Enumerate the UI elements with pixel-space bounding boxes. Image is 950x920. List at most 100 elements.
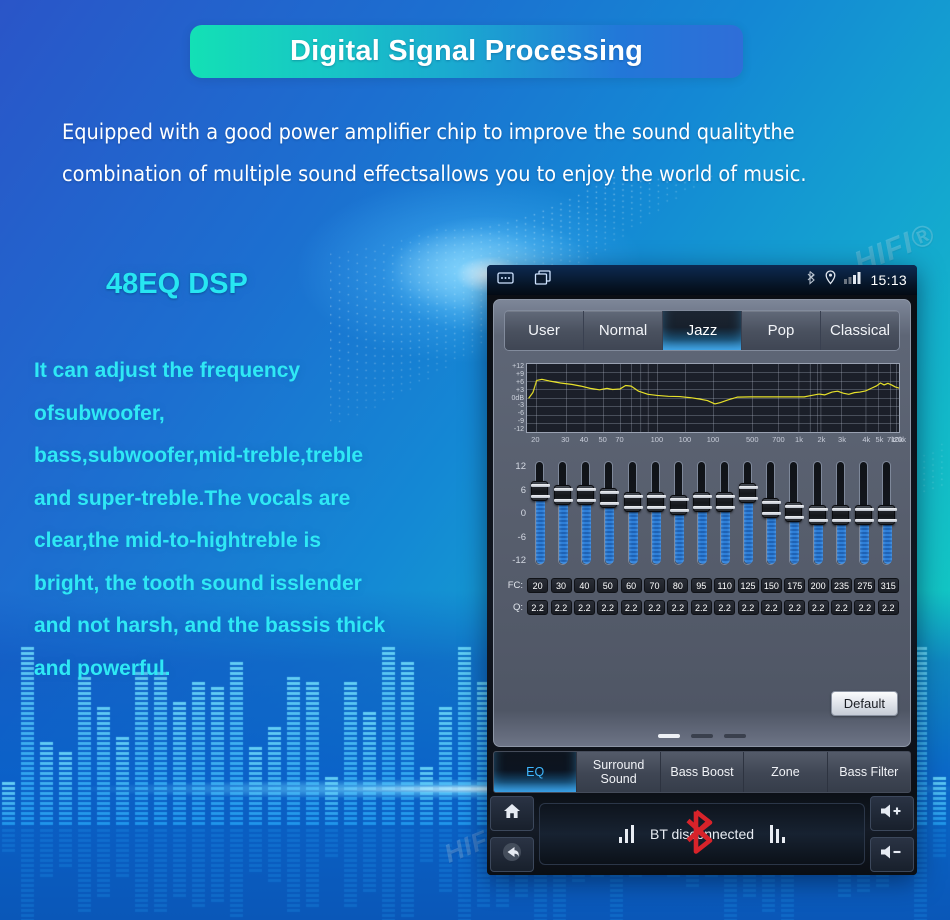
recent-apps-icon[interactable] <box>534 269 552 291</box>
graph-plot-area[interactable] <box>526 363 900 433</box>
eq-slider-track[interactable] <box>720 461 731 565</box>
eq-slider-track[interactable] <box>604 461 615 565</box>
preset-tab-pop[interactable]: Pop <box>742 311 821 350</box>
eq-slider[interactable] <box>528 459 551 571</box>
q-value-cell[interactable]: 2.2 <box>784 600 806 615</box>
eq-slider-knob[interactable] <box>877 504 897 525</box>
default-button[interactable]: Default <box>830 691 898 716</box>
preset-tab-jazz[interactable]: Jazz <box>663 311 742 350</box>
eq-slider-knob[interactable] <box>531 481 551 502</box>
eq-slider[interactable] <box>644 459 667 571</box>
q-value-cell[interactable]: 2.2 <box>690 600 712 615</box>
preset-tab-normal[interactable]: Normal <box>584 311 663 350</box>
fc-value-cell[interactable]: 30 <box>550 578 572 593</box>
q-value-cell[interactable]: 2.2 <box>597 600 619 615</box>
eq-slider-track[interactable] <box>558 461 569 565</box>
eq-slider[interactable] <box>667 459 690 571</box>
eq-slider[interactable] <box>597 459 620 571</box>
volume-down-button[interactable] <box>870 837 914 872</box>
eq-slider-track[interactable] <box>743 461 754 565</box>
fc-value-cell[interactable]: 50 <box>597 578 619 593</box>
feature-tab-bass-boost[interactable]: Bass Boost <box>660 752 745 792</box>
fc-value-cell[interactable]: 150 <box>760 578 782 593</box>
eq-slider-knob[interactable] <box>600 488 620 509</box>
page-indicator-dot[interactable] <box>658 734 680 738</box>
graph-y-tick: 0dB <box>511 394 524 402</box>
fc-value-cell[interactable]: 315 <box>877 578 899 593</box>
eq-slider[interactable] <box>875 459 898 571</box>
eq-slider[interactable] <box>806 459 829 571</box>
eq-slider[interactable] <box>852 459 875 571</box>
media-status-area[interactable]: BT disconnected <box>539 803 865 865</box>
feature-tab-zone[interactable]: Zone <box>744 752 828 792</box>
volume-up-button[interactable] <box>870 796 914 831</box>
q-value-cell[interactable]: 2.2 <box>877 600 899 615</box>
fc-value-cell[interactable]: 235 <box>831 578 853 593</box>
preset-tab-user[interactable]: User <box>505 311 584 350</box>
eq-slider[interactable] <box>574 459 597 571</box>
q-value-cell[interactable]: 2.2 <box>550 600 572 615</box>
eq-slider-knob[interactable] <box>739 483 759 504</box>
eq-slider-knob[interactable] <box>554 484 574 505</box>
q-value-cell[interactable]: 2.2 <box>620 600 642 615</box>
eq-slider-knob[interactable] <box>831 504 851 525</box>
q-value-cell[interactable]: 2.2 <box>831 600 853 615</box>
volume-down-icon <box>879 843 905 866</box>
feature-tab-bass-filter[interactable]: Bass Filter <box>827 752 910 792</box>
intro-paragraph: Equipped with a good power amplifier chi… <box>62 120 807 187</box>
q-value-cell[interactable]: 2.2 <box>527 600 549 615</box>
fc-value-cell[interactable]: 60 <box>620 578 642 593</box>
fc-value-cell[interactable]: 275 <box>854 578 876 593</box>
fc-value-cell[interactable]: 70 <box>644 578 666 593</box>
q-value-cell[interactable]: 2.2 <box>714 600 736 615</box>
graph-x-tick: 2k <box>817 435 826 444</box>
eq-slider[interactable] <box>690 459 713 571</box>
fc-value-cell[interactable]: 40 <box>573 578 595 593</box>
eq-slider-track[interactable] <box>535 461 546 565</box>
eq-slider[interactable] <box>829 459 852 571</box>
q-value-cell[interactable]: 2.2 <box>807 600 829 615</box>
q-value-cell[interactable]: 2.2 <box>760 600 782 615</box>
fc-value-cell[interactable]: 175 <box>784 578 806 593</box>
home-button[interactable] <box>490 796 534 831</box>
eq-slider[interactable] <box>782 459 805 571</box>
fc-value-cell[interactable]: 95 <box>690 578 712 593</box>
eq-slider-knob[interactable] <box>716 491 736 512</box>
fc-value-cell[interactable]: 110 <box>714 578 736 593</box>
page-indicator-dot[interactable] <box>724 734 746 738</box>
eq-slider-knob[interactable] <box>692 491 712 512</box>
eq-slider[interactable] <box>736 459 759 571</box>
fc-value-cell[interactable]: 80 <box>667 578 689 593</box>
feature-tab-eq[interactable]: EQ <box>494 752 578 792</box>
page-indicator-dot[interactable] <box>691 734 713 738</box>
eq-slider-knob[interactable] <box>808 504 828 525</box>
eq-slider-knob[interactable] <box>854 504 874 525</box>
fc-value-cell[interactable]: 20 <box>527 578 549 593</box>
eq-slider-knob[interactable] <box>785 502 805 523</box>
eq-slider-knob[interactable] <box>669 495 689 516</box>
eq-slider-knob[interactable] <box>762 497 782 518</box>
q-value-cell[interactable]: 2.2 <box>573 600 595 615</box>
feature-tab-surround-sound[interactable]: Surround Sound <box>577 752 661 792</box>
eq-slider[interactable] <box>621 459 644 571</box>
body-copy-line: clear,the mid-to-hightreble is <box>34 529 322 552</box>
preset-tab-classical[interactable]: Classical <box>821 311 899 350</box>
eq-slider-knob[interactable] <box>646 491 666 512</box>
eq-slider-track[interactable] <box>581 461 592 565</box>
eq-slider[interactable] <box>713 459 736 571</box>
eq-slider-track[interactable] <box>627 461 638 565</box>
eq-slider[interactable] <box>551 459 574 571</box>
eq-slider-track[interactable] <box>696 461 707 565</box>
back-button[interactable] <box>490 837 534 872</box>
eq-slider[interactable] <box>759 459 782 571</box>
eq-slider-track[interactable] <box>650 461 661 565</box>
q-value-cell[interactable]: 2.2 <box>854 600 876 615</box>
eq-slider-knob[interactable] <box>577 484 597 505</box>
fc-value-cell[interactable]: 200 <box>807 578 829 593</box>
q-value-cell[interactable]: 2.2 <box>644 600 666 615</box>
q-value-cell[interactable]: 2.2 <box>737 600 759 615</box>
eq-slider-knob[interactable] <box>623 491 643 512</box>
q-value-cell[interactable]: 2.2 <box>667 600 689 615</box>
menu-dots-icon[interactable] <box>497 271 514 290</box>
fc-value-cell[interactable]: 125 <box>737 578 759 593</box>
